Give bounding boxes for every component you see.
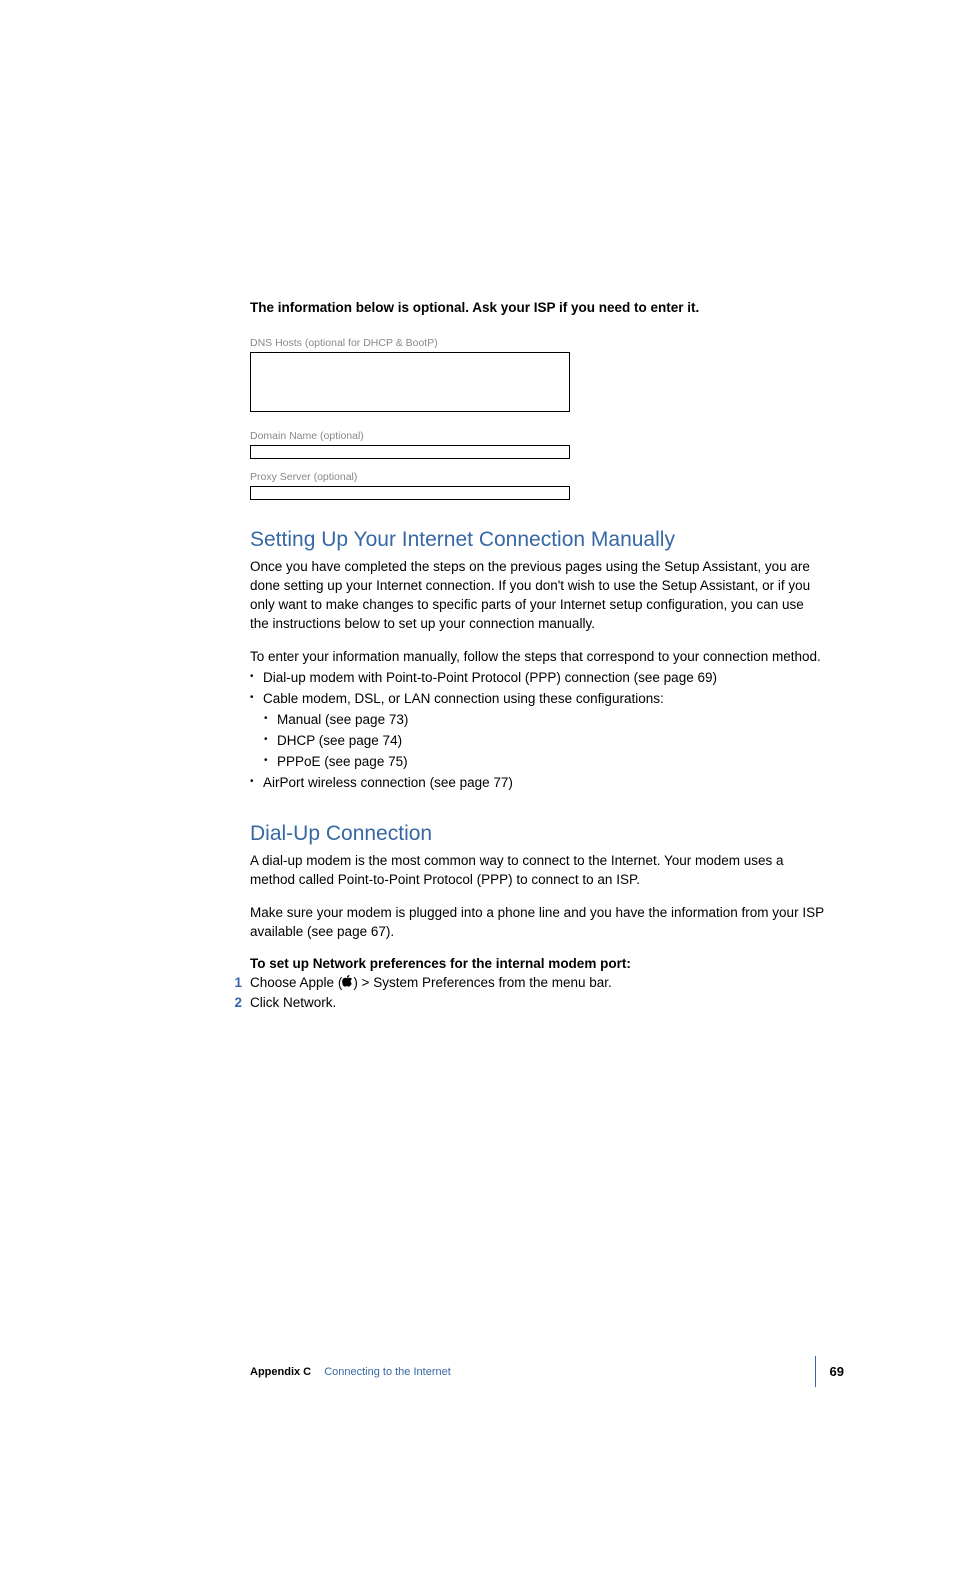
list-item: Dial-up modem with Point-to-Point Protoc… [250,668,824,689]
step-text: Click Network. [250,993,336,1013]
step-text: Choose Apple ( ) > System Preferences fro… [250,973,612,993]
manual-setup-para1: Once you have completed the steps on the… [250,558,824,634]
list-item: Cable modem, DSL, or LAN connection usin… [250,689,824,710]
list-item: DHCP (see page 74) [264,731,824,752]
dialup-heading: Dial-Up Connection [250,822,824,846]
optional-info-heading: The information below is optional. Ask y… [250,300,824,315]
dialup-para2: Make sure your modem is plugged into a p… [250,904,824,942]
proxy-server-field[interactable] [250,486,570,500]
dns-hosts-label: DNS Hosts (optional for DHCP & BootP) [250,337,824,349]
appendix-label: Appendix C [250,1366,311,1378]
step-text-pre: Choose Apple ( [250,975,342,990]
network-prefs-subheading: To set up Network preferences for the in… [250,956,824,971]
page-number: 69 [815,1356,844,1387]
appendix-title: Connecting to the Internet [324,1366,451,1378]
list-item: Manual (see page 73) [264,710,824,731]
connection-methods-list: Dial-up modem with Point-to-Point Protoc… [250,668,824,794]
apple-icon [342,975,353,988]
list-item: AirPort wireless connection (see page 77… [250,773,824,794]
step-text-post: ) > System Preferences from the menu bar… [353,975,611,990]
domain-name-label: Domain Name (optional) [250,430,824,442]
step-2: 2 Click Network. [230,993,824,1013]
step-number: 2 [230,993,250,1013]
domain-name-field[interactable] [250,445,570,459]
step-number: 1 [230,973,250,993]
proxy-server-label: Proxy Server (optional) [250,471,824,483]
list-item: PPPoE (see page 75) [264,752,824,773]
step-1: 1 Choose Apple ( ) > System Preferences f… [230,973,824,993]
manual-setup-para2: To enter your information manually, foll… [250,648,824,667]
page-footer: Appendix C Connecting to the Internet 69 [250,1356,844,1387]
dns-hosts-field[interactable] [250,352,570,412]
footer-left: Appendix C Connecting to the Internet [250,1366,451,1378]
nested-config-list: Manual (see page 73) DHCP (see page 74) … [264,710,824,773]
manual-setup-heading: Setting Up Your Internet Connection Manu… [250,528,824,552]
dialup-para1: A dial-up modem is the most common way t… [250,852,824,890]
